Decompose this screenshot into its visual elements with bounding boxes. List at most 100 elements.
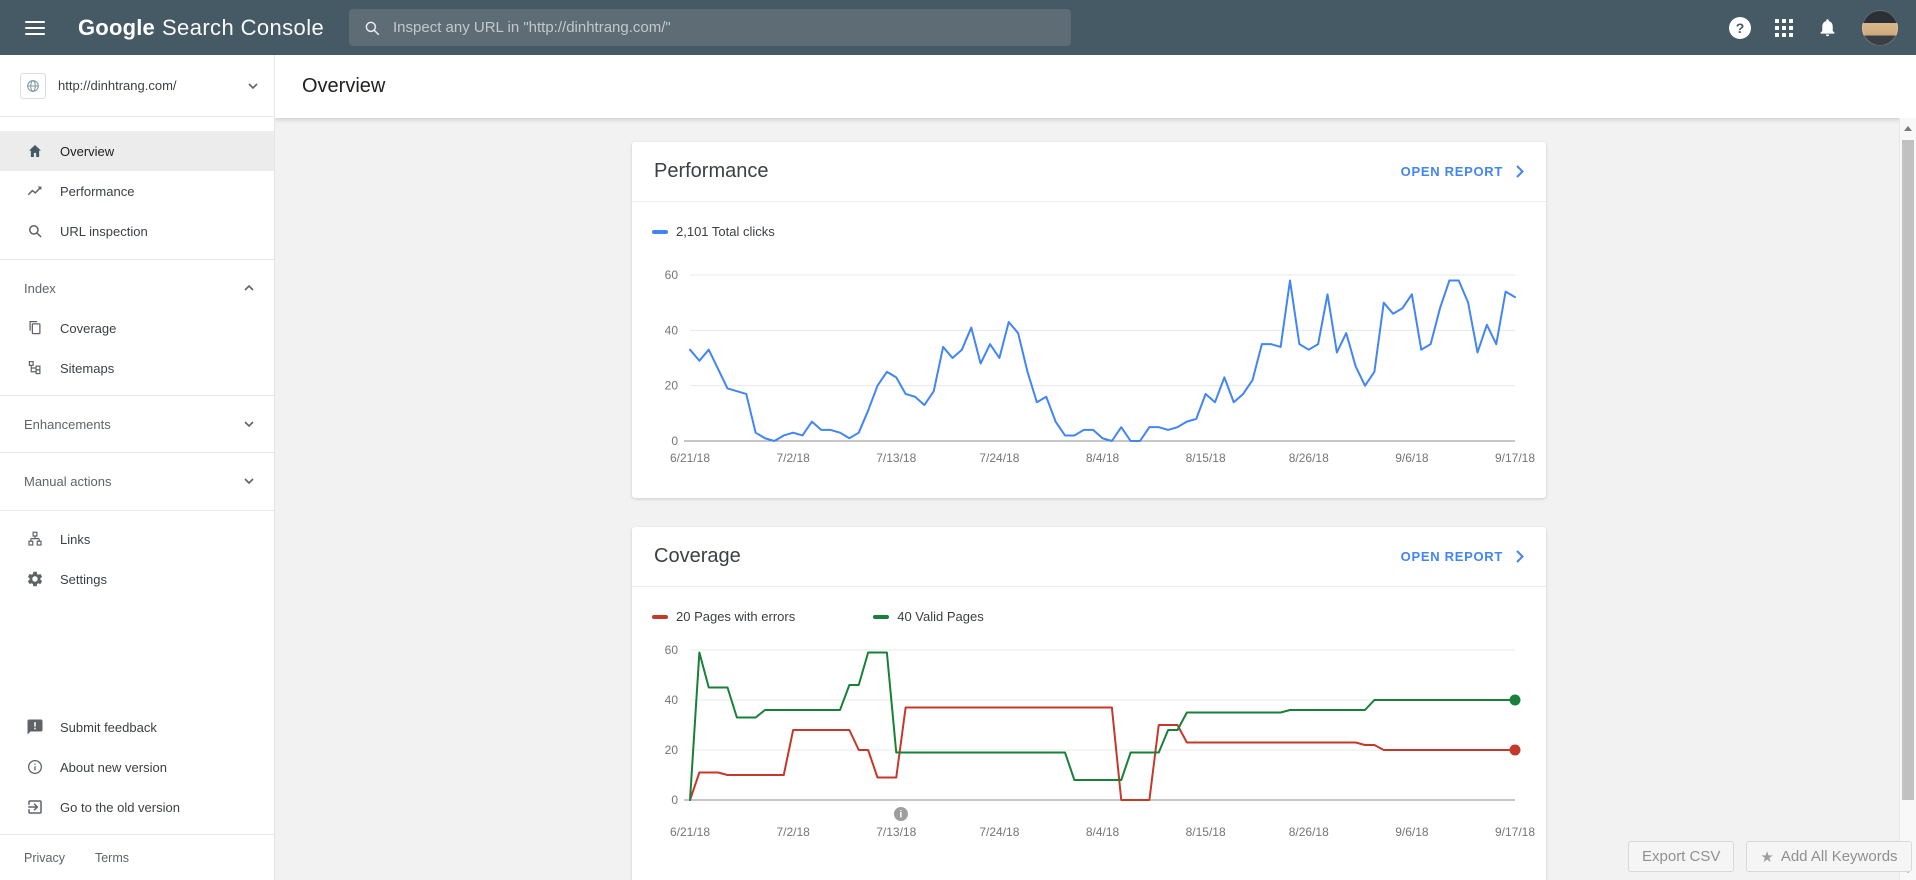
svg-text:8/15/18: 8/15/18: [1186, 825, 1226, 839]
svg-text:40: 40: [665, 323, 679, 337]
sidebar-item-label: Settings: [60, 572, 107, 587]
sidebar-footer-nav: Submit feedback About new version Go to …: [0, 707, 274, 827]
links-tree-icon: [26, 530, 44, 548]
main-content: Performance OPEN REPORT 2,101 Total clic…: [275, 118, 1899, 880]
svg-text:8/15/18: 8/15/18: [1186, 451, 1226, 465]
svg-text:40: 40: [665, 693, 679, 707]
sidebar-item-sitemaps[interactable]: Sitemaps: [0, 348, 274, 388]
sidebar-item-url-inspection[interactable]: URL inspection: [0, 211, 274, 251]
export-csv-button[interactable]: Export CSV: [1628, 841, 1734, 872]
coverage-chart: 02040606/21/187/2/187/13/187/24/188/4/18…: [632, 627, 1546, 862]
open-report-label: OPEN REPORT: [1401, 549, 1503, 564]
svg-text:9/17/18: 9/17/18: [1495, 825, 1535, 839]
svg-text:60: 60: [665, 268, 679, 282]
performance-chart: 02040606/21/187/2/187/13/187/24/188/4/18…: [632, 252, 1546, 477]
url-inspection-searchbox[interactable]: [349, 9, 1071, 46]
gear-icon: [26, 570, 44, 588]
chevron-right-icon: [1516, 550, 1524, 563]
sidebar-item-about-new-version[interactable]: About new version: [0, 747, 274, 787]
manual-actions-section: Manual actions: [0, 452, 274, 510]
svg-text:20: 20: [665, 379, 679, 393]
search-icon: [26, 222, 44, 240]
legend-total-clicks: 2,101 Total clicks: [652, 224, 775, 239]
svg-text:8/26/18: 8/26/18: [1289, 825, 1329, 839]
search-icon: [363, 19, 381, 37]
home-icon: [26, 142, 44, 160]
performance-legend: 2,101 Total clicks: [652, 224, 775, 239]
sidebar-item-go-old-version[interactable]: Go to the old version: [0, 787, 274, 827]
apps-grid-icon[interactable]: [1775, 19, 1793, 37]
menu-icon[interactable]: [25, 21, 45, 35]
chevron-down-icon: [248, 83, 258, 89]
scrollbar-thumb[interactable]: [1902, 140, 1914, 800]
sidebar-item-label: Coverage: [60, 321, 116, 336]
svg-text:0: 0: [671, 434, 678, 448]
terms-link[interactable]: Terms: [95, 851, 129, 865]
add-all-keywords-label: Add All Keywords: [1781, 848, 1898, 865]
export-csv-label: Export CSV: [1642, 848, 1720, 865]
help-icon[interactable]: ?: [1729, 17, 1751, 39]
open-report-label: OPEN REPORT: [1401, 164, 1503, 179]
sitemap-tree-icon: [26, 359, 44, 377]
privacy-link[interactable]: Privacy: [24, 851, 65, 865]
svg-text:7/2/18: 7/2/18: [776, 451, 810, 465]
section-header-enhancements[interactable]: Enhancements: [0, 404, 274, 444]
sidebar-item-label: Go to the old version: [60, 800, 180, 815]
sidebar-item-coverage[interactable]: Coverage: [0, 308, 274, 348]
property-url: http://dinhtrang.com/: [58, 78, 236, 93]
chevron-down-icon: [244, 478, 254, 484]
coverage-open-report-link[interactable]: OPEN REPORT: [1401, 549, 1524, 564]
property-selector[interactable]: http://dinhtrang.com/: [0, 55, 274, 117]
user-avatar[interactable]: [1862, 10, 1898, 46]
chevron-down-icon: [244, 421, 254, 427]
logo-product: Search Console: [162, 15, 324, 40]
sidebar-item-performance[interactable]: Performance: [0, 171, 274, 211]
legend-dash-red: [652, 615, 668, 619]
svg-text:8/4/18: 8/4/18: [1086, 451, 1120, 465]
index-section: Index Coverage Sitemaps: [0, 259, 274, 395]
search-input[interactable]: [393, 19, 1057, 36]
scroll-up-arrow[interactable]: [1900, 120, 1916, 137]
svg-text:6/21/18: 6/21/18: [670, 451, 710, 465]
info-icon: [26, 758, 44, 776]
legal-links: Privacy Terms: [0, 834, 274, 880]
sidebar-item-settings[interactable]: Settings: [0, 559, 274, 599]
topbar-actions: ?: [1729, 0, 1898, 55]
sidebar-item-label: Sitemaps: [60, 361, 114, 376]
card-title: Coverage: [654, 545, 741, 568]
svg-text:8/26/18: 8/26/18: [1289, 451, 1329, 465]
svg-text:7/24/18: 7/24/18: [979, 825, 1019, 839]
add-all-keywords-button[interactable]: ★ Add All Keywords: [1746, 841, 1911, 872]
secondary-nav: Links Settings: [0, 510, 274, 599]
notifications-bell-icon[interactable]: [1817, 17, 1838, 38]
section-header-manual-actions[interactable]: Manual actions: [0, 461, 274, 501]
legend-dash-blue: [652, 230, 668, 234]
legend-label: 20 Pages with errors: [676, 609, 795, 624]
legend-valid-pages: 40 Valid Pages: [873, 609, 984, 624]
sidebar-item-label: Links: [60, 532, 90, 547]
pages-copy-icon: [26, 319, 44, 337]
svg-text:7/13/18: 7/13/18: [876, 825, 916, 839]
svg-text:9/6/18: 9/6/18: [1395, 451, 1429, 465]
svg-text:9/6/18: 9/6/18: [1395, 825, 1429, 839]
star-icon: ★: [1760, 848, 1773, 866]
primary-nav: Overview Performance URL inspection: [0, 117, 274, 259]
performance-open-report-link[interactable]: OPEN REPORT: [1401, 164, 1524, 179]
legend-label: 2,101 Total clicks: [676, 224, 775, 239]
legend-label: 40 Valid Pages: [897, 609, 984, 624]
sidebar-item-submit-feedback[interactable]: Submit feedback: [0, 707, 274, 747]
svg-text:0: 0: [671, 793, 678, 807]
section-label: Enhancements: [24, 417, 111, 432]
sidebar-item-label: Performance: [60, 184, 134, 199]
feedback-icon: [26, 718, 44, 736]
performance-card: Performance OPEN REPORT 2,101 Total clic…: [632, 142, 1546, 498]
sidebar-item-overview[interactable]: Overview: [0, 131, 274, 171]
app-logo[interactable]: GoogleSearch Console: [78, 15, 324, 41]
coverage-legend: 20 Pages with errors 40 Valid Pages: [652, 609, 984, 624]
section-header-index[interactable]: Index: [0, 268, 274, 308]
enhancements-section: Enhancements: [0, 395, 274, 452]
chevron-right-icon: [1516, 165, 1524, 178]
sidebar: http://dinhtrang.com/ Overview Performan…: [0, 55, 275, 880]
sidebar-item-links[interactable]: Links: [0, 519, 274, 559]
coverage-card-header: Coverage OPEN REPORT: [632, 527, 1546, 587]
